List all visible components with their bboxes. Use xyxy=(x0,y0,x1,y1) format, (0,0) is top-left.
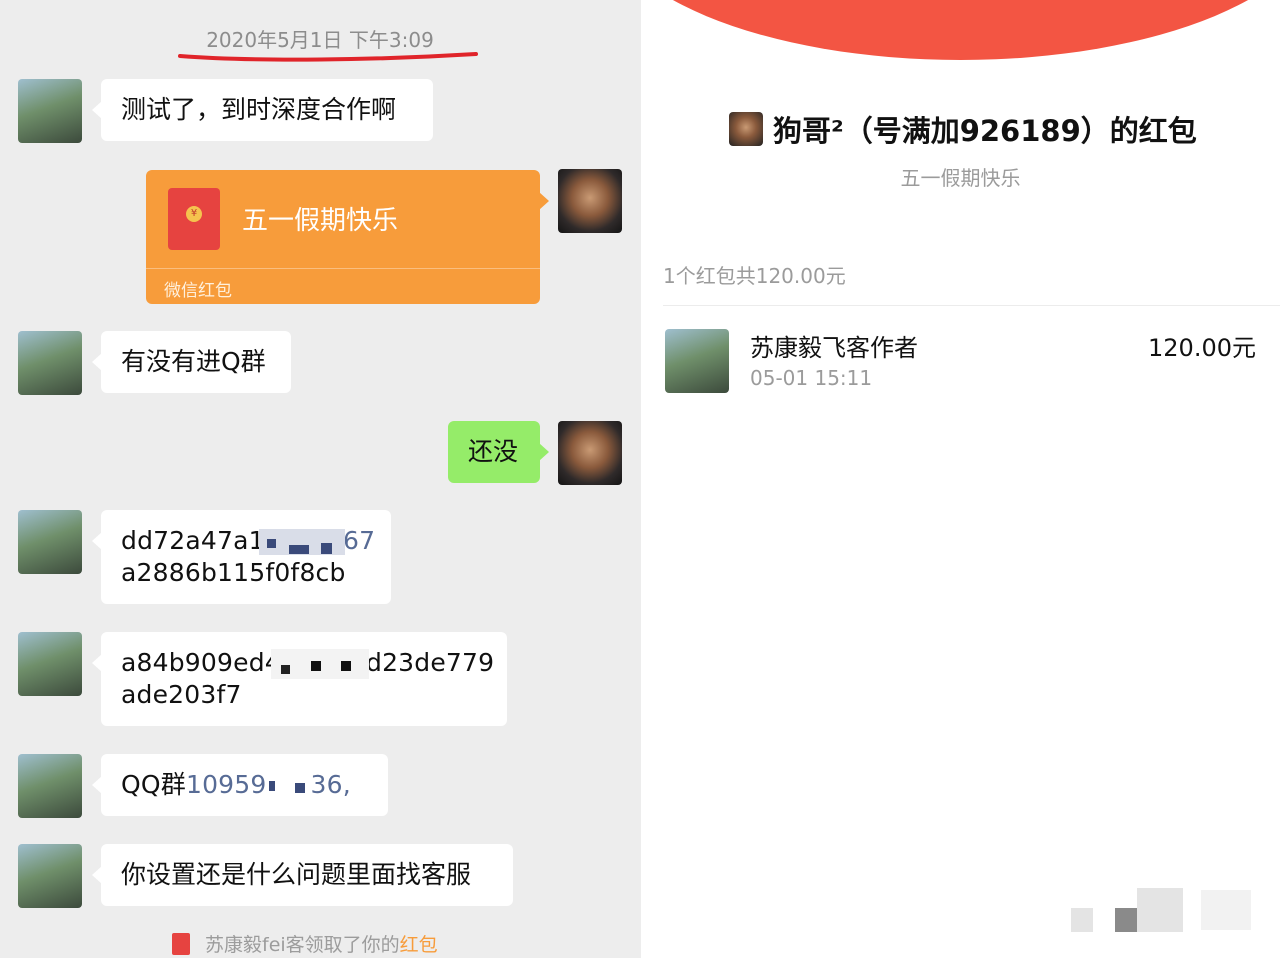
red-envelope-icon: ¥ xyxy=(168,188,220,250)
chat-pane[interactable]: 2020年5月1日 下午3:09 测试了，到时深度合作啊 ¥ 五一假期快乐 微信… xyxy=(0,0,640,958)
coin-icon: ¥ xyxy=(186,206,202,222)
red-header-curve xyxy=(641,0,1280,60)
red-packet-divider xyxy=(146,268,540,269)
message-text: ade203f7 xyxy=(121,680,242,709)
message-bubble[interactable]: dd72a47a1 67 a2886b115f0f8cb xyxy=(92,510,391,604)
friend-avatar[interactable] xyxy=(18,844,82,908)
system-notice-text: 苏康毅fei客领取了你的 xyxy=(205,934,400,956)
divider xyxy=(663,305,1280,306)
message-bubble[interactable]: 测试了，到时深度合作啊 xyxy=(92,79,433,141)
message-text: 你设置还是什么问题里面找客服 xyxy=(121,860,472,889)
message-bubble[interactable]: 有没有进Q群 xyxy=(92,331,291,393)
sender-avatar[interactable] xyxy=(729,112,763,146)
red-packet-footer: 微信红包 xyxy=(164,281,232,301)
self-avatar[interactable] xyxy=(558,421,622,485)
message-text: d23de779 xyxy=(366,648,495,677)
self-avatar[interactable] xyxy=(558,169,622,233)
friend-avatar[interactable] xyxy=(18,79,82,143)
qq-group-number[interactable]: 36, xyxy=(311,770,351,799)
watermark-block xyxy=(1137,888,1183,932)
sender-title: 狗哥²（号满加926189）的红包 xyxy=(773,114,1197,148)
receiver-amount: 120.00元 xyxy=(1148,334,1256,362)
watermark-block xyxy=(1115,908,1137,932)
friend-avatar[interactable] xyxy=(18,632,82,696)
message-text: 测试了，到时深度合作啊 xyxy=(121,95,397,124)
message-text: a84b909ed4 xyxy=(121,648,281,677)
message-bubble-self[interactable]: 还没 xyxy=(448,421,549,483)
message-bubble[interactable]: a84b909ed4 d23de779 ade203f7 xyxy=(92,632,507,726)
message-bubble[interactable]: QQ群10959 36, xyxy=(92,754,388,816)
red-packet-link[interactable]: 红包 xyxy=(400,934,438,956)
red-packet-summary: 1个红包共120.00元 xyxy=(663,264,846,288)
redaction-mosaic xyxy=(271,649,369,679)
system-notice: 苏康毅fei客领取了你的红包 xyxy=(205,930,438,957)
watermark-block xyxy=(1201,890,1251,930)
watermark-block xyxy=(1071,908,1093,932)
redaction-mosaic xyxy=(259,529,345,555)
red-packet-greeting: 五一假期快乐 xyxy=(900,166,1021,190)
message-text: 67 xyxy=(343,526,376,555)
red-packet-card[interactable]: ¥ 五一假期快乐 微信红包 xyxy=(146,170,549,304)
redaction-mosaic xyxy=(267,773,311,793)
friend-avatar[interactable] xyxy=(18,331,82,395)
friend-avatar[interactable] xyxy=(18,510,82,574)
message-text: dd72a47a1 xyxy=(121,526,265,555)
receiver-avatar[interactable] xyxy=(665,329,729,393)
chat-timestamp: 2020年5月1日 下午3:09 xyxy=(206,28,434,52)
red-packet-detail-pane: 狗哥²（号满加926189）的红包 五一假期快乐 1个红包共120.00元 苏康… xyxy=(641,0,1280,958)
qq-group-number[interactable]: 10959 xyxy=(186,770,267,799)
message-text: QQ群 xyxy=(121,770,186,799)
timestamp-red-underline xyxy=(178,52,478,62)
message-text: a2886b115f0f8cb xyxy=(121,558,346,587)
red-packet-title: 五一假期快乐 xyxy=(242,206,399,236)
message-bubble[interactable]: 你设置还是什么问题里面找客服 xyxy=(92,844,513,906)
receiver-time: 05-01 15:11 xyxy=(750,366,873,390)
friend-avatar[interactable] xyxy=(18,754,82,818)
red-envelope-icon xyxy=(172,933,190,955)
message-text: 还没 xyxy=(468,437,519,466)
receiver-name[interactable]: 苏康毅飞客作者 xyxy=(750,328,918,363)
message-text: 有没有进Q群 xyxy=(121,347,266,376)
